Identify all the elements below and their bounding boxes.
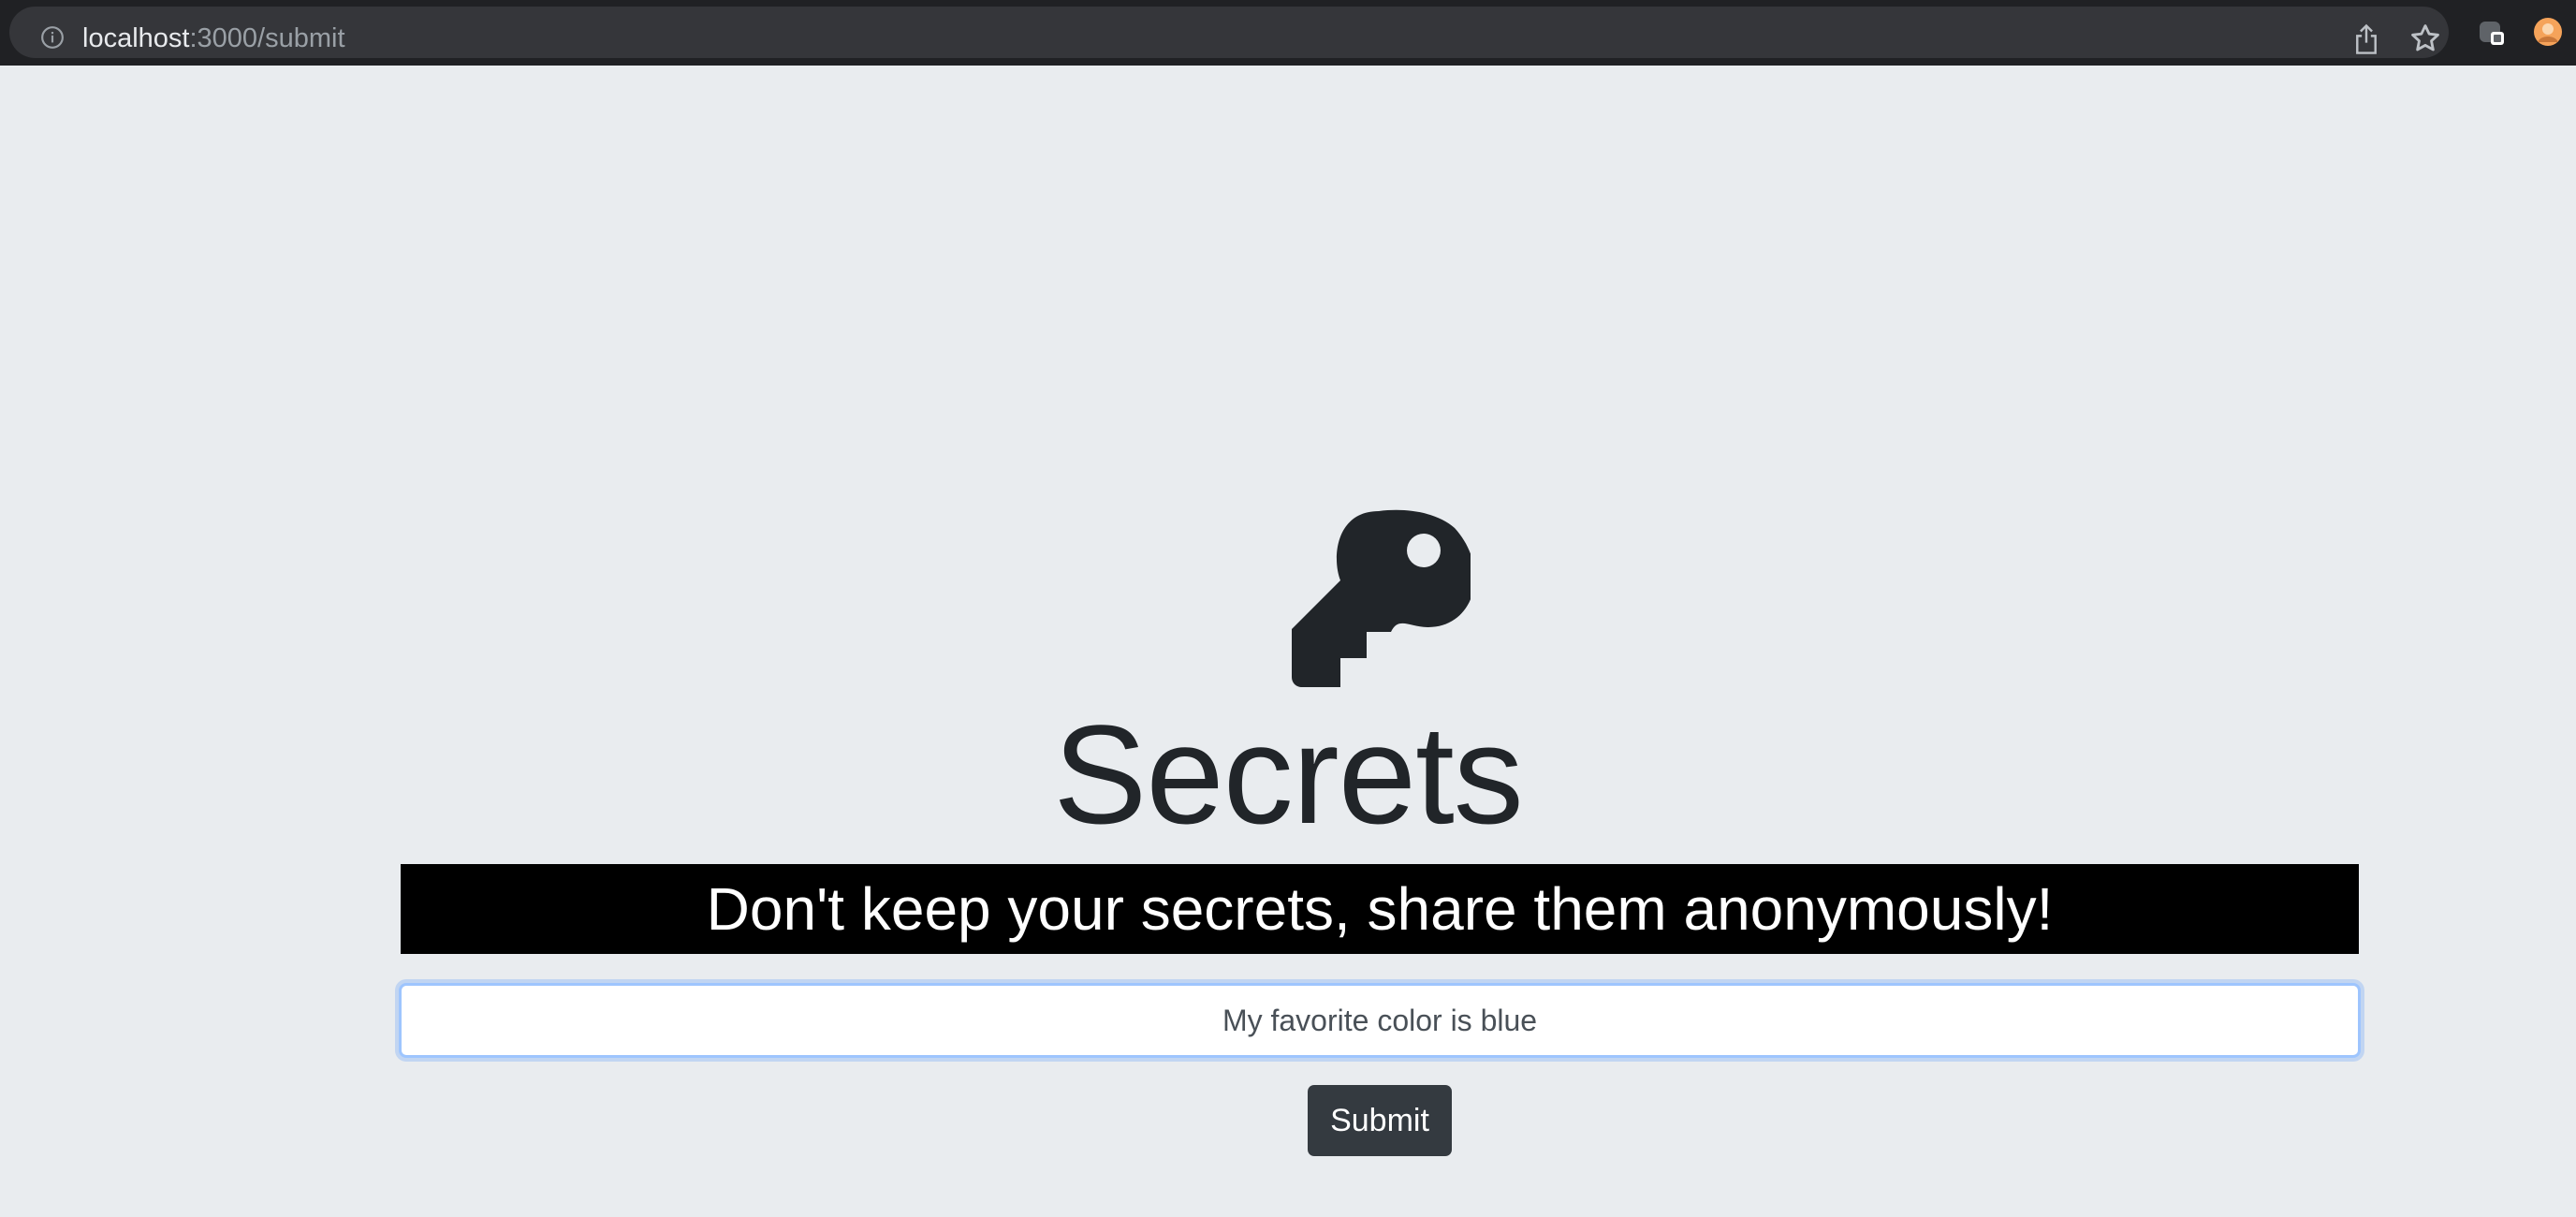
page-content: Secrets Don't keep your secrets, share t… (0, 66, 2576, 1217)
profile-avatar-icon[interactable] (2532, 16, 2564, 48)
url-path: :3000/submit (189, 23, 345, 53)
info-icon[interactable] (40, 25, 65, 50)
submit-button[interactable]: Submit (1308, 1085, 1452, 1156)
extension-icon[interactable] (2477, 18, 2507, 48)
page-title: Secrets (1053, 696, 1524, 853)
key-icon (1292, 509, 1471, 687)
star-icon[interactable] (2409, 22, 2441, 54)
browser-toolbar: localhost:3000/submit (0, 0, 2576, 66)
tagline-banner: Don't keep your secrets, share them anon… (401, 864, 2359, 954)
share-icon[interactable] (2352, 23, 2380, 55)
address-bar[interactable]: localhost:3000/submit (9, 7, 2449, 58)
secret-input[interactable] (399, 983, 2361, 1058)
url-text[interactable]: localhost:3000/submit (82, 19, 345, 58)
url-host: localhost (82, 23, 190, 53)
